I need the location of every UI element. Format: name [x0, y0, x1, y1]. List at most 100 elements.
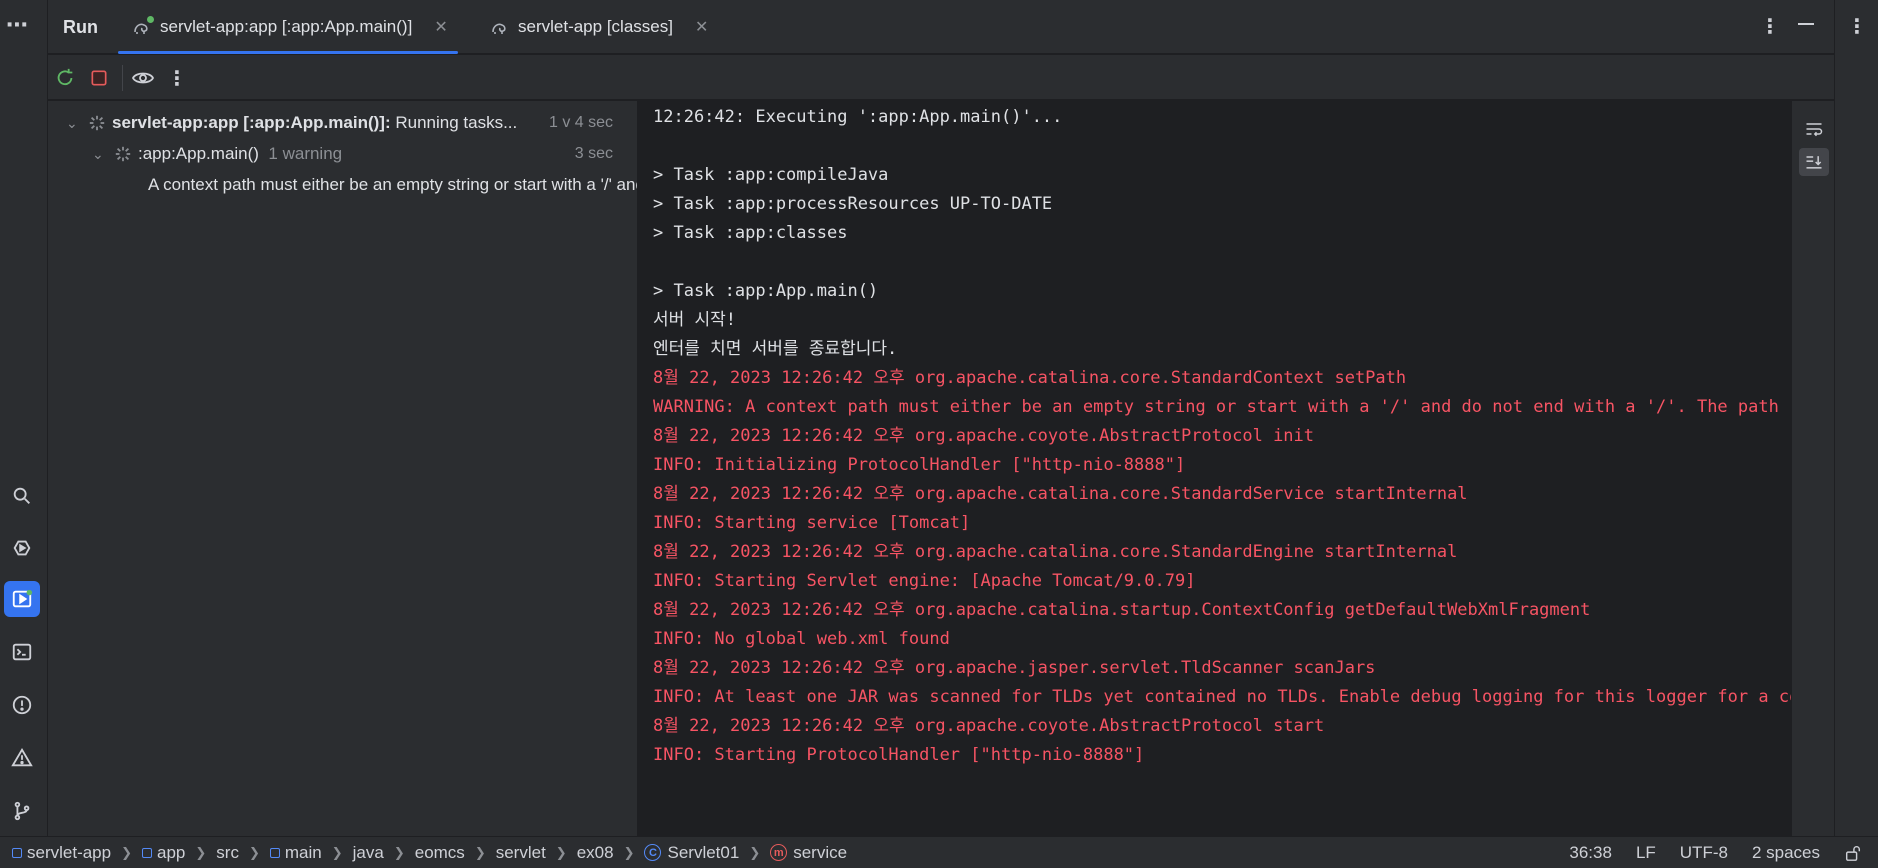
console-line: INFO: At least one JAR was scanned for T…: [653, 687, 1791, 707]
breadcrumb-item[interactable]: eomcs: [415, 843, 465, 863]
warning-text: A context path must either be an empty s…: [148, 175, 637, 194]
breadcrumb-label: Servlet01: [667, 842, 740, 862]
git-icon[interactable]: [4, 793, 40, 829]
gradle-icon: [490, 17, 510, 37]
search-icon[interactable]: [4, 478, 40, 514]
file-encoding[interactable]: UTF-8: [1680, 843, 1728, 863]
breadcrumb-item[interactable]: ex08: [577, 843, 614, 863]
breadcrumb-item[interactable]: main: [269, 842, 322, 863]
scroll-to-end-icon[interactable]: [1799, 148, 1829, 176]
tool-window-strip: ⋯: [0, 0, 48, 836]
breadcrumb-item[interactable]: servlet: [496, 843, 546, 863]
warning-count: 1 warning: [268, 144, 343, 163]
minimize-icon[interactable]: [1796, 14, 1816, 34]
breadcrumb-item[interactable]: app: [142, 843, 185, 863]
tab-run-main[interactable]: servlet-app:app [:app:App.main()] ✕: [118, 0, 458, 54]
console-line: WARNING: A context path must either be a…: [653, 397, 1791, 417]
services-icon[interactable]: [4, 530, 40, 566]
chevron-right-icon: ❯: [623, 844, 635, 860]
warning-tool-icon[interactable]: [4, 740, 40, 776]
main-menu-icon[interactable]: ⋯: [6, 12, 29, 38]
chevron-right-icon: ❯: [195, 844, 207, 860]
rerun-icon[interactable]: [52, 65, 78, 91]
breadcrumb-label: ex08: [576, 842, 614, 862]
gradle-run-icon: [132, 16, 154, 37]
breadcrumb-item[interactable]: src: [216, 843, 239, 863]
soft-wrap-icon[interactable]: [1799, 115, 1829, 143]
problems-icon[interactable]: [4, 687, 40, 723]
stop-icon[interactable]: [86, 65, 112, 91]
status-bar: servlet-app ❯ app ❯ src ❯ main ❯ java ❯ eomcs ❯ serv…: [0, 836, 1878, 868]
console-line: 8월 22, 2023 12:26:42 오후 org.apache.jaspe…: [653, 658, 1376, 678]
module-icon: [269, 847, 280, 858]
chevron-right-icon: ❯: [393, 844, 405, 860]
right-tool-strip: ⋮: [1834, 0, 1878, 836]
task-status: Running tasks...: [395, 113, 518, 132]
console-line: 서버 시작!: [653, 310, 737, 330]
console-line: INFO: Starting Servlet engine: [Apache T…: [653, 571, 1196, 591]
console-line: > Task :app:App.main(): [653, 281, 879, 301]
more-options-icon[interactable]: ⋮: [1847, 14, 1867, 39]
breadcrumb-item[interactable]: java: [353, 843, 384, 863]
console-line: > Task :app:processResources UP-TO-DATE: [653, 194, 1053, 214]
console-line: 8월 22, 2023 12:26:42 오후 org.apache.catal…: [653, 368, 1407, 388]
task-name: :app:App.main(): [138, 144, 259, 163]
console-line: INFO: No global web.xml found: [653, 629, 950, 649]
breadcrumb-item[interactable]: m service: [770, 843, 847, 863]
tab-label: servlet-app [classes]: [518, 17, 673, 36]
close-icon[interactable]: ✕: [695, 17, 708, 37]
console-line: 8월 22, 2023 12:26:42 오후 org.apache.catal…: [653, 542, 1458, 562]
spinner-icon: [89, 115, 105, 131]
console-line: 8월 22, 2023 12:26:42 오후 org.apache.coyot…: [653, 716, 1325, 736]
run-toolbar: ⋮: [48, 55, 1834, 100]
class-icon: C: [644, 844, 662, 861]
chevron-right-icon: ❯: [749, 844, 761, 860]
console-line: INFO: Initializing ProtocolHandler ["htt…: [653, 455, 1186, 475]
breadcrumb-label: java: [352, 842, 384, 862]
console-line: INFO: Starting service [Tomcat]: [653, 513, 971, 533]
console-line: 8월 22, 2023 12:26:42 오후 org.apache.catal…: [653, 484, 1468, 504]
lock-icon[interactable]: [1844, 844, 1862, 862]
console-line: > Task :app:classes: [653, 223, 848, 243]
terminal-icon[interactable]: [4, 634, 40, 670]
more-icon[interactable]: ⋮: [164, 65, 190, 91]
console-output[interactable]: 12:26:42: Executing ':app:App.main()'...…: [639, 101, 1791, 836]
run-tool-window-header: Run servlet-app:app [:app:App.main()] ✕ …: [48, 0, 1834, 54]
chevron-right-icon: ❯: [474, 844, 486, 860]
console-line: > Task :app:compileJava: [653, 165, 889, 185]
task-time: 1 v 4 sec: [548, 114, 613, 131]
chevron-down-icon[interactable]: ⌄: [66, 115, 82, 132]
console-line: 12:26:42: Executing ':app:App.main()'...: [653, 107, 1063, 127]
tab-label: servlet-app:app [:app:App.main()]: [160, 17, 413, 36]
tree-row-warning[interactable]: A context path must either be an empty s…: [48, 170, 637, 200]
console-line: 8월 22, 2023 12:26:42 오후 org.apache.catal…: [653, 600, 1591, 620]
chevron-right-icon: ❯: [555, 844, 567, 860]
show-options-icon[interactable]: [130, 65, 156, 91]
tab-classes[interactable]: servlet-app [classes] ✕: [490, 0, 708, 54]
tree-row-root[interactable]: ⌄ servlet-app:app [:app:App.main()]: Run…: [48, 108, 637, 138]
chevron-down-icon[interactable]: ⌄: [92, 146, 108, 163]
indent-setting[interactable]: 2 spaces: [1752, 843, 1820, 863]
close-icon[interactable]: ✕: [434, 17, 447, 37]
method-icon: m: [770, 844, 788, 861]
build-tree: ⌄ servlet-app:app [:app:App.main()]: Run…: [48, 101, 638, 836]
breadcrumb-label: service: [793, 842, 848, 862]
run-tool-window-icon[interactable]: [4, 581, 40, 617]
breadcrumb: servlet-app ❯ app ❯ src ❯ main ❯ java ❯ eomcs ❯ serv…: [0, 843, 847, 863]
breadcrumb-item[interactable]: servlet-app: [12, 843, 111, 863]
tool-window-options-icon[interactable]: ⋮: [1760, 14, 1780, 39]
caret-position[interactable]: 36:38: [1569, 843, 1612, 863]
breadcrumb-label: main: [284, 842, 322, 862]
breadcrumb-label: src: [216, 842, 239, 862]
breadcrumb-item[interactable]: C Servlet01: [644, 843, 739, 863]
tree-row-child[interactable]: ⌄ :app:App.main() 1 warning 3 sec: [48, 139, 637, 169]
task-time: 3 sec: [574, 145, 613, 162]
breadcrumb-label: app: [157, 842, 186, 862]
chevron-right-icon: ❯: [121, 844, 133, 860]
console-line: 8월 22, 2023 12:26:42 오후 org.apache.coyot…: [653, 426, 1315, 446]
task-name: servlet-app:app [:app:App.main()]:: [112, 113, 391, 132]
breadcrumb-label: eomcs: [414, 842, 465, 862]
tool-window-title: Run: [63, 17, 98, 37]
line-separator[interactable]: LF: [1636, 843, 1656, 863]
module-icon: [142, 847, 153, 858]
